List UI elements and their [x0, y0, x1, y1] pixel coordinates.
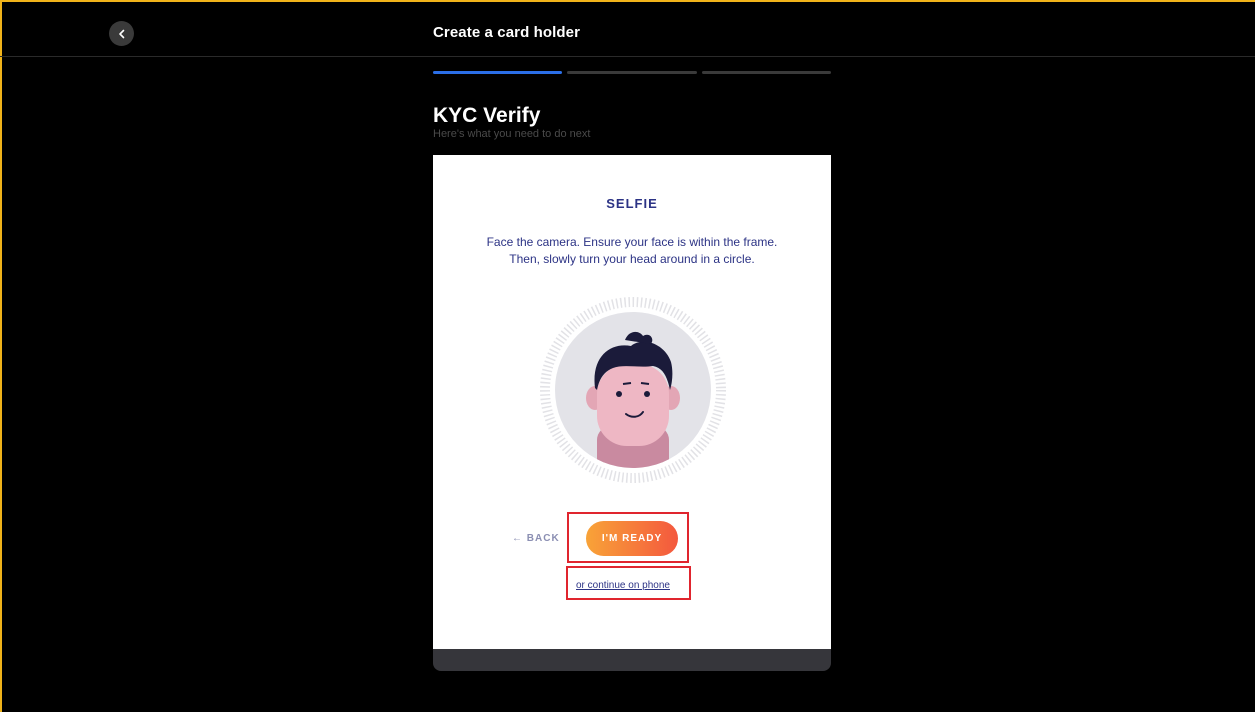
- back-link[interactable]: ← BACK: [512, 533, 560, 544]
- selfie-title: SELFIE: [606, 196, 658, 211]
- top-bar: Create a card holder: [0, 0, 1255, 57]
- kyc-title: KYC Verify: [433, 104, 541, 127]
- back-button[interactable]: [109, 21, 134, 46]
- continue-on-phone-link[interactable]: or continue on phone: [576, 580, 670, 591]
- progress-step-3: [702, 71, 831, 74]
- selfie-card: SELFIE Face the camera. Ensure your face…: [433, 155, 831, 649]
- page-title: Create a card holder: [433, 24, 581, 41]
- chevron-left-icon: [118, 29, 124, 38]
- card-footer: [433, 649, 831, 671]
- face-avatar-icon: [540, 297, 726, 483]
- ready-button[interactable]: I'M READY: [586, 521, 678, 556]
- progress-step-1: [433, 71, 562, 74]
- kyc-subtitle: Here's what you need to do next: [433, 128, 591, 140]
- instruction-line-2: Then, slowly turn your head around in a …: [509, 252, 755, 266]
- progress-step-2: [567, 71, 697, 74]
- instruction-line-1: Face the camera. Ensure your face is wit…: [486, 235, 778, 249]
